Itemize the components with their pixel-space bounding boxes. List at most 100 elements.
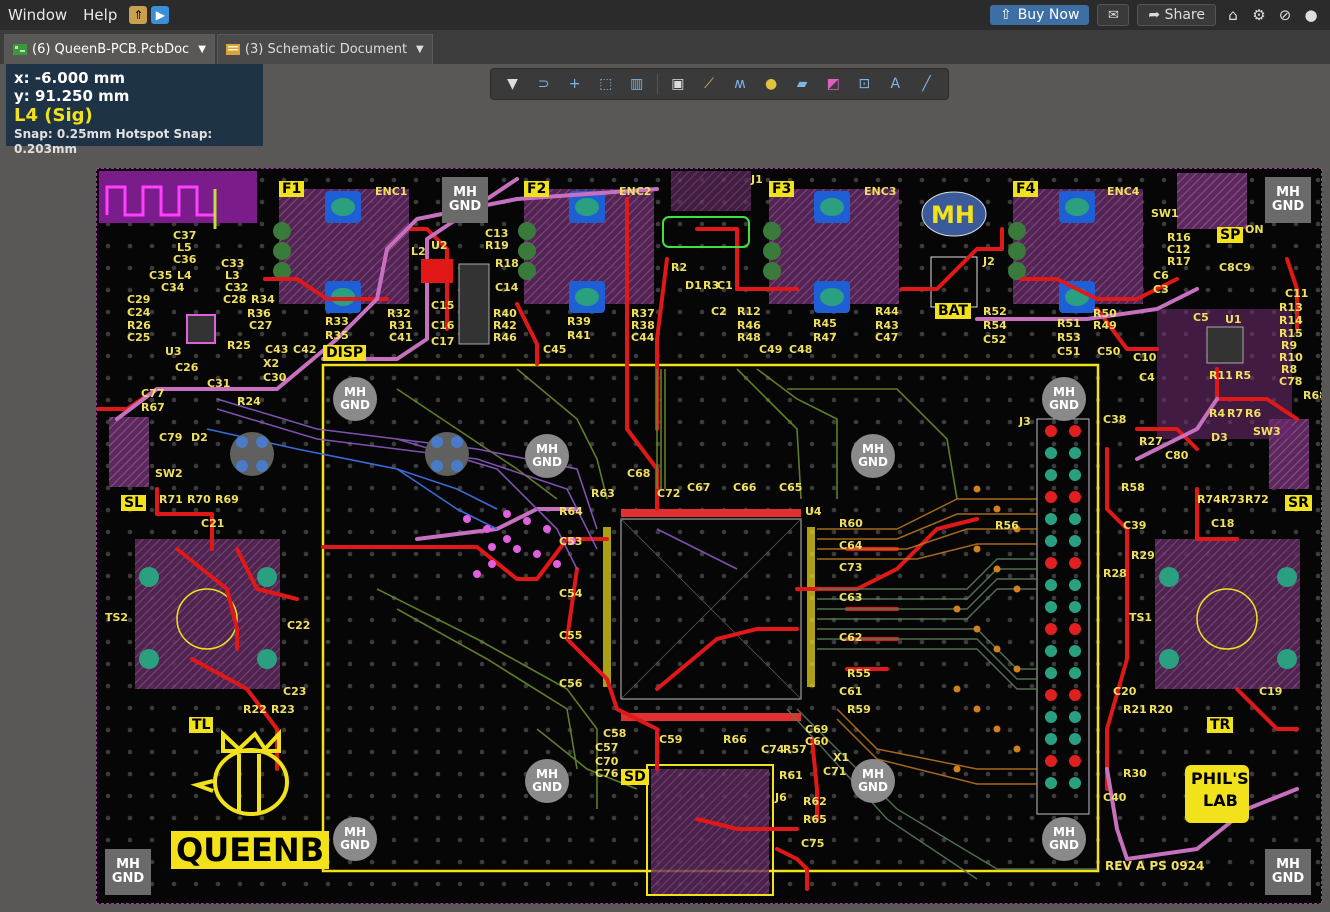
gnd-label: GND: [448, 199, 482, 214]
mounting-hole: MH GND: [333, 377, 377, 421]
refdes-r72: R72: [1245, 493, 1269, 506]
component-icon[interactable]: ▣: [667, 73, 689, 95]
notifications-off-icon[interactable]: ⊘: [1276, 6, 1294, 24]
refdes-r70: R70: [187, 493, 211, 506]
label-sp: SP: [1217, 227, 1244, 243]
refdes-r30: R30: [1123, 767, 1147, 780]
refdes-c39: C39: [1123, 519, 1147, 532]
pcb-canvas[interactable]: MH GND MH GND MH GND MH GND MH GND MH GND MH GN…: [96, 168, 1322, 904]
refdes-r28: R28: [1103, 567, 1127, 580]
user-icon[interactable]: ●: [1302, 6, 1320, 24]
text-icon[interactable]: A: [884, 73, 906, 95]
label-tr: TR: [1207, 717, 1234, 733]
gnd-label: GND: [532, 780, 562, 794]
active-bar-toolbar: ▼ ⊃ + ⬚ ▥ ▣ ⟋ ʍ ● ▰ ◩ ⊡ A ╱: [490, 68, 949, 100]
tab-label: (6) QueenB-PCB.PcbDoc: [32, 42, 190, 57]
refdes-c60: C60: [805, 735, 829, 748]
refdes-r53: R53: [1057, 331, 1081, 344]
refdes-c20: C20: [1113, 685, 1137, 698]
play-icon[interactable]: ▶: [151, 6, 170, 24]
via-icon[interactable]: ●: [760, 73, 782, 95]
gnd-label: GND: [340, 838, 370, 852]
refdes-c45: C45: [543, 343, 567, 356]
refdes-c56: C56: [559, 677, 583, 690]
gear-icon[interactable]: ⚙: [1250, 6, 1268, 24]
refdes-c72: C72: [657, 487, 681, 500]
label-d2: D2: [191, 431, 208, 444]
refdes-c14: C14: [495, 281, 519, 294]
refdes-r62: R62: [803, 795, 827, 808]
tab-schematic-doc[interactable]: (3) Schematic Document ▼: [216, 34, 433, 64]
gnd-label: GND: [111, 871, 145, 886]
mounting-hole: MH GND: [333, 817, 377, 861]
label-sr: SR: [1285, 495, 1312, 511]
line-icon[interactable]: ╱: [915, 73, 937, 95]
refdes-r45: R45: [813, 317, 837, 330]
schematic-doc-icon: [225, 44, 240, 55]
refdes-r2: R2: [671, 261, 688, 274]
label-f1: F1: [279, 181, 305, 197]
mh-big-label: MH: [931, 201, 975, 229]
mounting-hole: MH GND: [525, 434, 569, 478]
refdes-r22: R22: [243, 703, 267, 716]
mounting-hole: MH GND: [851, 434, 895, 478]
mh-label: MH: [1276, 857, 1300, 872]
label-j3: J3: [1019, 415, 1031, 428]
refdes-c21: C21: [201, 517, 225, 530]
tab-pcb-doc[interactable]: (6) QueenB-PCB.PcbDoc ▼: [4, 34, 215, 64]
refdes-c10: C10: [1133, 351, 1157, 364]
menu-help[interactable]: Help: [75, 6, 125, 24]
refdes-r41: R41: [567, 329, 591, 342]
label-d1: D1: [685, 279, 702, 292]
share-button[interactable]: ➦ Share: [1137, 4, 1216, 26]
filter-icon[interactable]: ▼: [502, 73, 524, 95]
tab-label: (3) Schematic Document: [244, 42, 408, 57]
pin-icon[interactable]: ⇑: [129, 6, 148, 24]
keepout-icon[interactable]: ◩: [822, 73, 844, 95]
label-x2: X2: [263, 357, 280, 370]
refdes-c76: C76: [595, 767, 619, 780]
home-icon[interactable]: ⌂: [1224, 6, 1242, 24]
add-icon[interactable]: +: [564, 73, 586, 95]
refdes-r39: R39: [567, 315, 591, 328]
refdes-r44: R44: [875, 305, 899, 318]
refdes-c2: C2: [711, 305, 727, 318]
refdes-r57: R57: [783, 743, 807, 756]
mounting-hole: MH GND: [1042, 377, 1086, 421]
gnd-label: GND: [858, 780, 888, 794]
refdes-c13: C13: [485, 227, 509, 240]
label-phils: PHIL'S: [1191, 769, 1249, 788]
label-enc1: ENC1: [375, 185, 408, 198]
buy-now-button[interactable]: ⇧ Buy Now: [989, 5, 1090, 25]
snap-info: Snap: 0.25mm Hotspot Snap: 0.203mm: [14, 127, 213, 156]
refdes-c73: C73: [839, 561, 863, 574]
refdes-r46: R46: [493, 331, 517, 344]
refdes-r21: R21: [1123, 703, 1147, 716]
refdes-c77: C77: [141, 387, 165, 400]
label-f3: F3: [769, 181, 795, 197]
diff-pair-icon[interactable]: ʍ: [729, 73, 751, 95]
route-icon[interactable]: ⊃: [533, 73, 555, 95]
label-enc3: ENC3: [864, 185, 897, 198]
refdes-r33: R33: [325, 315, 349, 328]
refdes-r64: R64: [559, 505, 583, 518]
refdes-r69: R69: [215, 493, 239, 506]
interactive-route-icon[interactable]: ⟋: [698, 73, 720, 95]
polygon-icon[interactable]: ▰: [791, 73, 813, 95]
menu-window[interactable]: Window: [0, 6, 75, 24]
chevron-down-icon[interactable]: ▼: [416, 44, 424, 55]
refdes-c41: C41: [389, 331, 413, 344]
refdes-r14: R14: [1279, 314, 1303, 327]
chat-icon[interactable]: ✉: [1097, 4, 1130, 26]
refdes-r48: R48: [737, 331, 761, 344]
refdes-r11: R11: [1209, 369, 1233, 382]
refdes-r49: R49: [1093, 319, 1117, 332]
refdes-c3: C3: [1153, 283, 1169, 296]
align-icon[interactable]: ▥: [626, 73, 648, 95]
chevron-down-icon[interactable]: ▼: [198, 44, 206, 55]
refdes-c75: C75: [801, 837, 825, 850]
dimension-icon[interactable]: ⊡: [853, 73, 875, 95]
refdes-c27: C27: [249, 319, 273, 332]
refdes-r23: R23: [271, 703, 295, 716]
select-rect-icon[interactable]: ⬚: [595, 73, 617, 95]
